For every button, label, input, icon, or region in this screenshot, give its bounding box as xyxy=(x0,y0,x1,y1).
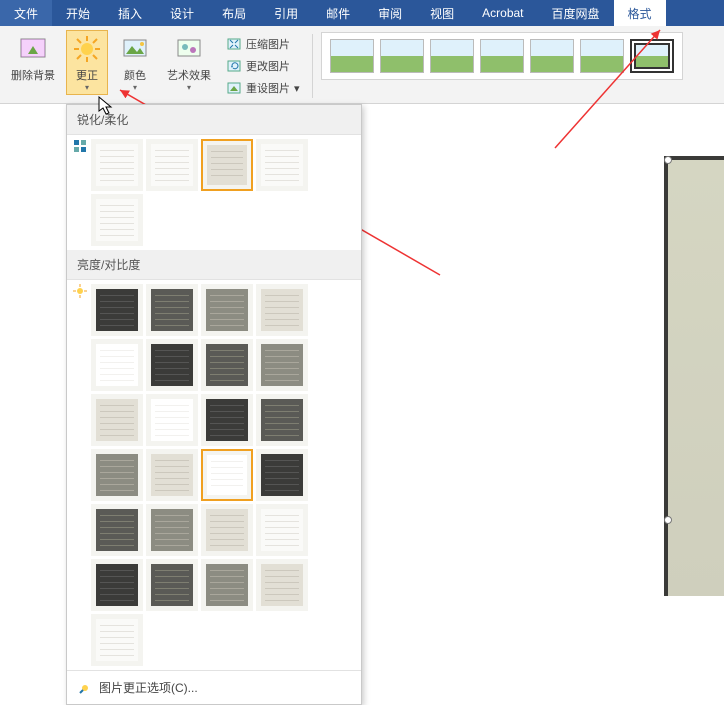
brightness-thumb[interactable] xyxy=(146,504,198,556)
brightness-thumb[interactable] xyxy=(201,559,253,611)
brightness-thumb[interactable] xyxy=(146,449,198,501)
brightness-thumb[interactable] xyxy=(201,284,253,336)
menu-insert[interactable]: 插入 xyxy=(104,0,156,26)
resize-handle[interactable] xyxy=(664,156,672,164)
chevron-down-icon: ▾ xyxy=(294,82,300,95)
style-item[interactable] xyxy=(380,39,424,73)
chevron-down-icon: ▾ xyxy=(133,83,137,92)
brightness-thumb[interactable] xyxy=(256,394,308,446)
brightness-contrast-title: 亮度/对比度 xyxy=(67,250,361,280)
reset-label: 重设图片 xyxy=(246,80,290,96)
sharpen-thumb-selected[interactable] xyxy=(201,139,253,191)
menu-mailings[interactable]: 邮件 xyxy=(312,0,364,26)
remove-background-button[interactable]: 删除背景 xyxy=(6,30,60,86)
style-item[interactable] xyxy=(430,39,474,73)
brightness-thumb[interactable] xyxy=(146,394,198,446)
style-item[interactable] xyxy=(330,39,374,73)
compress-pictures-button[interactable]: 压缩图片 xyxy=(222,34,304,54)
brightness-thumb-selected[interactable] xyxy=(201,449,253,501)
brightness-thumb[interactable] xyxy=(201,394,253,446)
brightness-thumb[interactable] xyxy=(91,284,143,336)
picture-color-icon xyxy=(119,33,151,65)
brightness-thumb[interactable] xyxy=(91,504,143,556)
brightness-thumb[interactable] xyxy=(91,614,143,666)
color-label: 颜色 xyxy=(124,67,146,83)
selected-picture[interactable] xyxy=(664,156,724,596)
corrections-dropdown: 锐化/柔化 亮度/对比度 xyxy=(66,104,362,705)
style-item[interactable] xyxy=(480,39,524,73)
picture-styles-gallery[interactable] xyxy=(321,32,683,80)
options-icon xyxy=(77,680,93,696)
reset-picture-icon xyxy=(226,80,242,96)
style-item[interactable] xyxy=(580,39,624,73)
sharpen-soften-title: 锐化/柔化 xyxy=(67,105,361,135)
compress-icon xyxy=(226,36,242,52)
menu-home[interactable]: 开始 xyxy=(52,0,104,26)
reset-picture-button[interactable]: 重设图片 ▾ xyxy=(222,78,304,98)
brightness-thumb[interactable] xyxy=(256,339,308,391)
style-item-selected[interactable] xyxy=(630,39,674,73)
resize-handle[interactable] xyxy=(664,516,672,524)
artistic-icon xyxy=(173,33,205,65)
sharpen-thumb[interactable] xyxy=(91,139,143,191)
brightness-thumb[interactable] xyxy=(256,284,308,336)
menu-references[interactable]: 引用 xyxy=(260,0,312,26)
change-picture-icon xyxy=(226,58,242,74)
remove-bg-icon xyxy=(17,33,49,65)
brightness-thumb[interactable] xyxy=(256,559,308,611)
style-item[interactable] xyxy=(530,39,574,73)
brightness-thumb[interactable] xyxy=(256,449,308,501)
menu-file[interactable]: 文件 xyxy=(0,0,52,26)
brightness-thumb[interactable] xyxy=(91,559,143,611)
brightness-thumb[interactable] xyxy=(146,339,198,391)
brightness-icon xyxy=(73,284,87,298)
menu-view[interactable]: 视图 xyxy=(416,0,468,26)
brightness-thumb[interactable] xyxy=(201,339,253,391)
menu-format[interactable]: 格式 xyxy=(614,0,666,26)
sharpen-thumb[interactable] xyxy=(146,139,198,191)
sharpen-icon xyxy=(73,139,87,153)
menu-acrobat[interactable]: Acrobat xyxy=(468,0,537,26)
chevron-down-icon: ▾ xyxy=(187,83,191,92)
brightness-thumb[interactable] xyxy=(91,339,143,391)
brightness-thumb[interactable] xyxy=(146,284,198,336)
menu-review[interactable]: 审阅 xyxy=(364,0,416,26)
options-label: 图片更正选项(C)... xyxy=(99,679,198,696)
menu-layout[interactable]: 布局 xyxy=(208,0,260,26)
remove-bg-label: 删除背景 xyxy=(11,67,55,83)
brightness-thumb[interactable] xyxy=(91,449,143,501)
brightness-thumb[interactable] xyxy=(256,504,308,556)
sun-icon xyxy=(71,33,103,65)
picture-corrections-options[interactable]: 图片更正选项(C)... xyxy=(67,670,361,704)
compress-label: 压缩图片 xyxy=(246,36,290,52)
artistic-effects-button[interactable]: 艺术效果 ▾ xyxy=(162,30,216,95)
menu-baidu[interactable]: 百度网盘 xyxy=(538,0,614,26)
ribbon: 删除背景 更正 ▾ 颜色 ▾ 艺术效果 ▾ 压缩图片 更改图片 重 xyxy=(0,26,724,104)
corrections-label: 更正 xyxy=(76,67,98,83)
color-button[interactable]: 颜色 ▾ xyxy=(114,30,156,95)
ribbon-divider xyxy=(312,34,313,98)
menu-design[interactable]: 设计 xyxy=(156,0,208,26)
artistic-label: 艺术效果 xyxy=(167,67,211,83)
brightness-thumb[interactable] xyxy=(146,559,198,611)
sharpen-thumb[interactable] xyxy=(91,194,143,246)
corrections-button[interactable]: 更正 ▾ xyxy=(66,30,108,95)
chevron-down-icon: ▾ xyxy=(85,83,89,92)
change-picture-button[interactable]: 更改图片 xyxy=(222,56,304,76)
brightness-thumb[interactable] xyxy=(91,394,143,446)
change-label: 更改图片 xyxy=(246,58,290,74)
sharpen-thumb[interactable] xyxy=(256,139,308,191)
menubar: 文件 开始 插入 设计 布局 引用 邮件 审阅 视图 Acrobat 百度网盘 … xyxy=(0,0,724,26)
brightness-thumb[interactable] xyxy=(201,504,253,556)
